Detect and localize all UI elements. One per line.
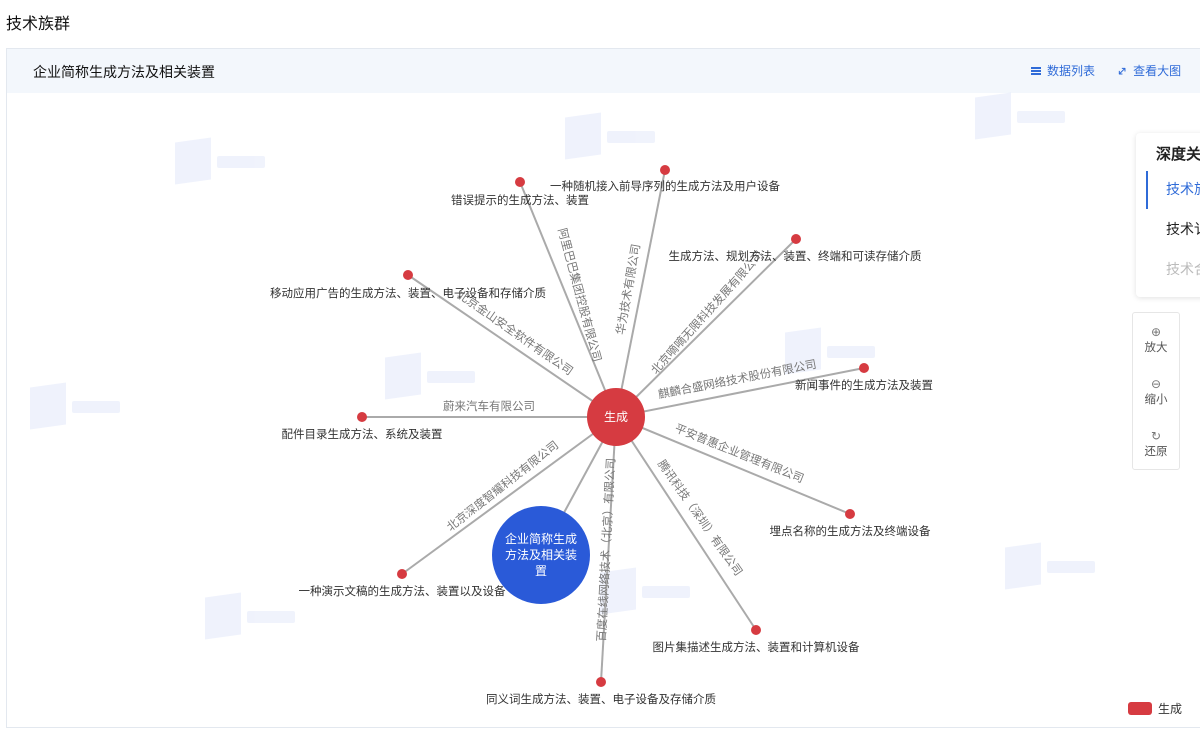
- edge-company-label: 麒麟合盛网络技术股份有限公司: [657, 357, 818, 401]
- legend-label: 生成: [1158, 700, 1182, 717]
- edge-company-label: 北京金山安全软件有限公司: [455, 287, 576, 378]
- zoom-out-button[interactable]: ⊖ 缩小: [1133, 377, 1179, 407]
- depth-item-3[interactable]: 技术合: [1146, 251, 1200, 289]
- patent-node[interactable]: [751, 625, 761, 635]
- edge-company-label: 华为技术有限公司: [613, 243, 643, 336]
- depth-panel-title: 深度关: [1156, 143, 1200, 164]
- center-label: 生成: [604, 410, 628, 424]
- patent-label: 埋点名称的生成方法及终端设备: [770, 524, 931, 538]
- reset-icon: ↻: [1133, 429, 1179, 443]
- patent-label: 一种演示文稿的生成方法、装置以及设备: [299, 584, 506, 598]
- patent-node[interactable]: [845, 509, 855, 519]
- zoom-out-icon: ⊖: [1133, 377, 1179, 391]
- edge-company-label: 平安普惠企业管理有限公司: [673, 421, 806, 486]
- topic-label-line: 方法及相关装: [505, 547, 577, 562]
- patent-label: 一种随机接入前导序列的生成方法及用户设备: [550, 179, 780, 193]
- patent-label: 配件目录生成方法、系统及装置: [282, 427, 443, 441]
- legend[interactable]: 生成: [1128, 700, 1182, 717]
- edge-company-label: 蔚来汽车有限公司: [443, 399, 535, 413]
- patent-label: 错误提示的生成方法、装置: [451, 193, 589, 207]
- edge-company-label: 北京嘀嘀无限科技发展有限公司: [648, 248, 766, 377]
- patent-node[interactable]: [357, 412, 367, 422]
- zoom-out-label: 缩小: [1145, 392, 1168, 406]
- patent-node[interactable]: [596, 677, 606, 687]
- patent-label: 图片集描述生成方法、装置和计算机设备: [653, 640, 860, 654]
- legend-swatch: [1128, 702, 1152, 715]
- patent-node[interactable]: [397, 569, 407, 579]
- patent-node[interactable]: [791, 234, 801, 244]
- patent-label: 生成方法、规划方法、装置、终端和可读存储介质: [669, 249, 922, 263]
- patent-node[interactable]: [403, 270, 413, 280]
- depth-item-2[interactable]: 技术讠: [1146, 211, 1200, 249]
- patent-node[interactable]: [859, 363, 869, 373]
- zoom-in-icon: ⊕: [1133, 325, 1179, 339]
- depth-item-1[interactable]: 技术旅: [1146, 171, 1200, 209]
- zoom-in-button[interactable]: ⊕ 放大: [1133, 325, 1179, 355]
- edge-company-label: 阿里巴巴集团控股有限公司: [555, 227, 604, 364]
- patent-label: 移动应用广告的生成方法、装置、电子设备和存储介质: [270, 286, 546, 300]
- edge-company-label: 腾讯科技（深圳）有限公司: [655, 457, 746, 578]
- edge-company-label: 百度在线网络技术（北京）有限公司: [594, 458, 618, 642]
- topic-label-line: 企业简称生成: [505, 531, 577, 546]
- zoom-controls: ⊕ 放大 ⊖ 缩小 ↻ 还原: [1132, 312, 1180, 470]
- patent-label: 同义词生成方法、装置、电子设备及存储介质: [486, 692, 716, 706]
- patent-node[interactable]: [515, 177, 525, 187]
- topic-label-line: 置: [535, 564, 547, 578]
- relationship-graph: 阿里巴巴集团控股有限公司华为技术有限公司北京嘀嘀无限科技发展有限公司北京金山安全…: [0, 0, 1200, 734]
- graph-edge: [616, 417, 850, 514]
- patent-label: 新闻事件的生成方法及装置: [795, 378, 933, 392]
- depth-panel: 深度关 技术旅 技术讠 技术合: [1136, 133, 1200, 297]
- reset-label: 还原: [1145, 444, 1168, 458]
- patent-node[interactable]: [660, 165, 670, 175]
- zoom-in-label: 放大: [1145, 340, 1168, 354]
- reset-button[interactable]: ↻ 还原: [1133, 429, 1179, 459]
